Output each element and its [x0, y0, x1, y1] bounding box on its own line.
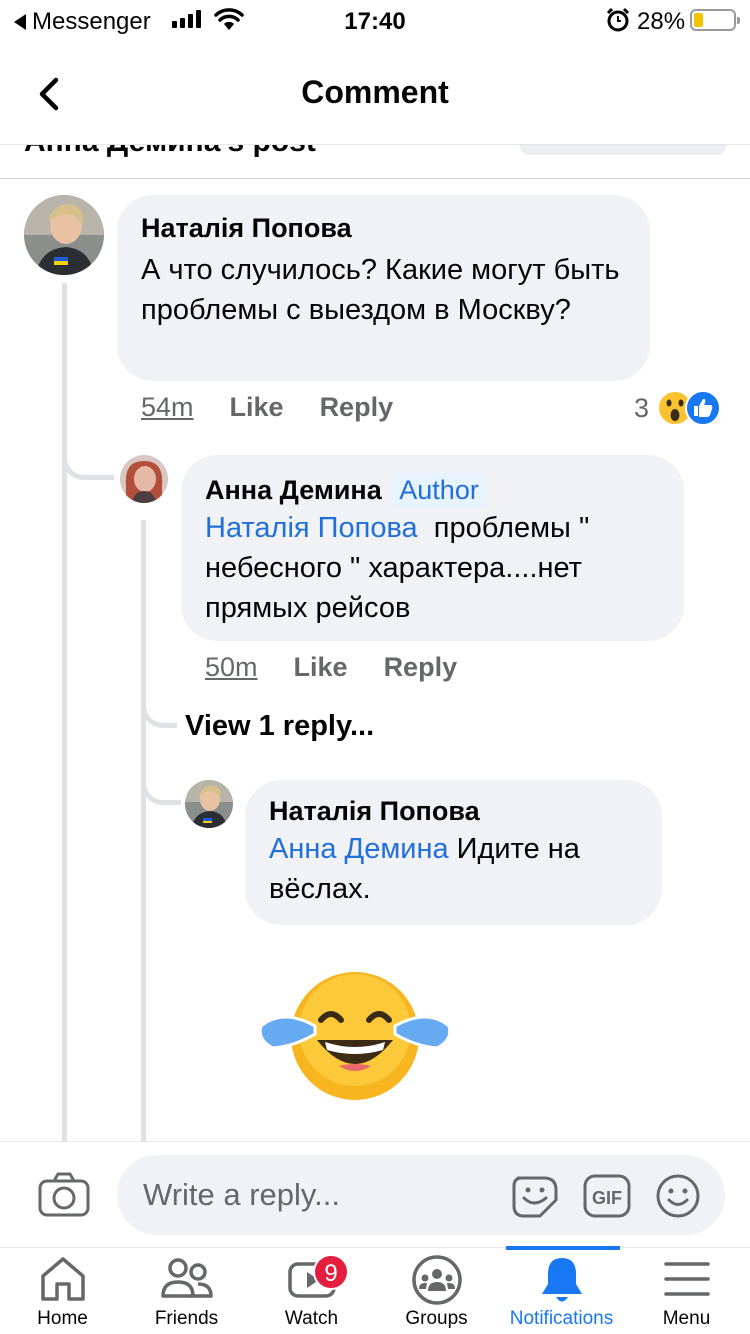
notification-badge: 9: [313, 1254, 349, 1290]
tab-label: Notifications: [509, 1308, 614, 1329]
like-button[interactable]: Like: [294, 652, 348, 683]
comment-bubble[interactable]: Наталія Попова А что случилось? Какие мо…: [117, 195, 650, 381]
reply-bubble[interactable]: Анна Демина Author Наталія Попова пробле…: [181, 455, 684, 641]
tab-notifications[interactable]: Notifications: [499, 1248, 624, 1334]
mention-link[interactable]: Анна Демина: [269, 833, 449, 865]
tab-home[interactable]: Home: [0, 1248, 125, 1334]
comment-text: А что случилось? Какие могут быть пробле…: [141, 254, 620, 326]
camera-icon[interactable]: [38, 1172, 90, 1218]
post-peek[interactable]: Анна Демина's post: [0, 145, 750, 179]
svg-text:GIF: GIF: [592, 1188, 622, 1208]
reaction-count: 3: [634, 392, 650, 423]
post-peek-pill: [520, 145, 726, 155]
avatar[interactable]: [24, 195, 104, 275]
reply-button[interactable]: Reply: [320, 392, 394, 423]
avatar[interactable]: [185, 780, 233, 828]
menu-icon: [663, 1262, 710, 1296]
home-icon: [40, 1257, 85, 1301]
tab-label: Home: [37, 1308, 88, 1329]
sticker-icon[interactable]: [510, 1172, 560, 1220]
divider: [0, 178, 750, 179]
reply-text: Анна Демина Идите на вёслах.: [269, 829, 638, 909]
reply-actions: 50m Like Reply: [205, 652, 457, 683]
thread-line: [141, 520, 146, 1141]
mention-link[interactable]: Наталія Попова: [205, 512, 418, 544]
gif-icon[interactable]: GIF: [582, 1172, 632, 1220]
comment-actions: 54m Like Reply: [141, 392, 393, 423]
header: Comment: [0, 50, 750, 144]
emoji-icon[interactable]: [654, 1172, 702, 1220]
post-title-peek: Анна Демина's post: [24, 145, 316, 159]
bell-icon: [541, 1258, 582, 1302]
comment-timestamp[interactable]: 54m: [141, 392, 194, 423]
reply-author[interactable]: Анна Демина: [205, 475, 382, 505]
tab-bar: Home Friends Watch Groups Notifications …: [0, 1246, 750, 1334]
thread-connector: [141, 775, 181, 805]
friends-icon: [160, 1258, 213, 1298]
thread-line: [62, 283, 67, 1141]
avatar[interactable]: [120, 455, 168, 503]
status-bar: Messenger 17:40 28%: [0, 0, 750, 40]
tab-label: Menu: [662, 1308, 711, 1329]
tab-label: Groups: [405, 1308, 468, 1329]
view-replies-link[interactable]: View 1 reply...: [185, 710, 374, 743]
reaction-summary[interactable]: 3: [634, 390, 722, 426]
like-reaction-icon: [685, 390, 722, 426]
reply-input[interactable]: [117, 1155, 725, 1235]
battery-percent: 28%: [637, 8, 686, 35]
comment-author[interactable]: Наталія Попова: [141, 213, 626, 244]
author-badge: Author: [391, 473, 487, 508]
reply-text: Наталія Попова проблемы " небесного " ха…: [205, 508, 660, 628]
reply-bubble[interactable]: Наталія Попова Анна Демина Идите на вёсл…: [245, 780, 662, 925]
laughing-sticker-icon[interactable]: [255, 968, 455, 1108]
reply-author[interactable]: Наталія Попова: [269, 796, 638, 827]
tab-watch[interactable]: Watch: [249, 1248, 374, 1334]
page-title: Comment: [301, 74, 449, 110]
thread-connector: [141, 698, 177, 728]
groups-icon: [411, 1255, 462, 1305]
tab-label: Friends: [154, 1308, 219, 1329]
thread-connector: [62, 450, 114, 480]
tab-friends[interactable]: Friends: [124, 1248, 249, 1334]
tab-groups[interactable]: Groups: [374, 1248, 499, 1334]
like-button[interactable]: Like: [230, 392, 284, 423]
reply-composer: GIF: [0, 1141, 750, 1247]
tab-menu[interactable]: Menu: [624, 1248, 749, 1334]
alarm-icon: [606, 7, 630, 32]
tab-label: Watch: [284, 1308, 339, 1329]
battery-icon: [690, 9, 740, 31]
reply-timestamp[interactable]: 50m: [205, 652, 258, 683]
reply-button[interactable]: Reply: [384, 652, 458, 683]
